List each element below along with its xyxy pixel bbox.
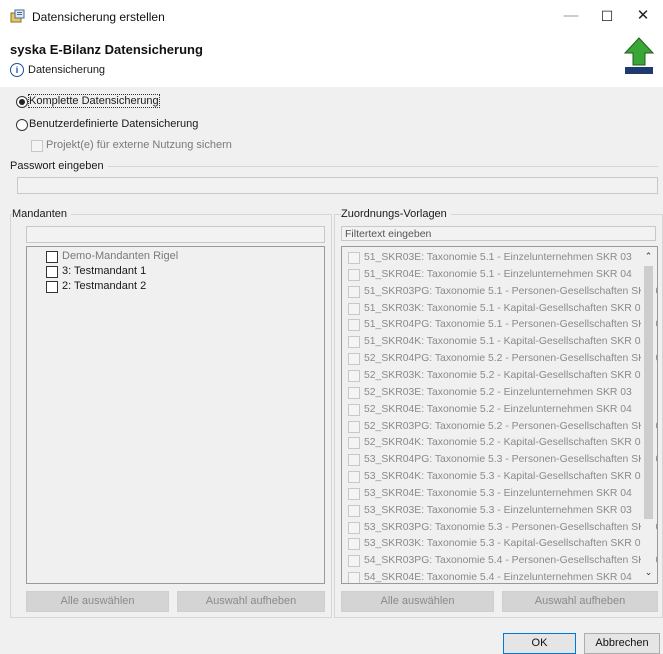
vorlagen-filter-input[interactable]: Filtertext eingeben [341, 226, 656, 241]
vorlage-checkbox[interactable] [348, 386, 360, 399]
password-input[interactable] [17, 177, 658, 194]
vorlage-checkbox[interactable] [348, 555, 360, 568]
vorlage-label: 51_SKR03K: Taxonomie 5.1 - Kapital-Gesel… [364, 302, 647, 314]
vorlage-label: 52_SKR03PG: Taxonomie 5.2 - Personen-Ges… [364, 420, 658, 432]
complete-backup-radio[interactable] [16, 96, 28, 108]
vorlage-label: 54_SKR04E: Taxonomie 5.4 - Einzelunterne… [364, 572, 632, 584]
vorlage-checkbox[interactable] [348, 454, 360, 467]
vorlage-checkbox[interactable] [348, 302, 360, 315]
vorlage-label: 52_SKR03E: Taxonomie 5.2 - Einzelunterne… [364, 386, 632, 398]
vorlage-checkbox[interactable] [348, 437, 360, 450]
vorlage-label: 53_SKR03K: Taxonomie 5.3 - Kapital-Gesel… [364, 538, 647, 550]
scrollbar-thumb[interactable] [644, 266, 653, 519]
vorlagen-deselect-button[interactable]: Auswahl aufheben [502, 591, 658, 612]
mandanten-label: Mandanten [12, 208, 72, 220]
external-use-label: Projekt(e) für externe Nutzung sichern [46, 139, 232, 151]
vorlage-checkbox[interactable] [348, 336, 360, 349]
vorlage-checkbox[interactable] [348, 572, 360, 583]
dialog-subtitle: Datensicherung [28, 64, 106, 76]
mandanten-list: Demo-Mandanten Rigel 3: Testmandant 1 2:… [26, 246, 325, 584]
scroll-down-icon[interactable]: ⌄ [641, 566, 656, 578]
maximize-button[interactable]: ☐ [591, 4, 623, 28]
vorlage-label: 54_SKR03PG: Taxonomie 5.4 - Personen-Ges… [364, 555, 658, 567]
mandant-label: 2: Testmandant 2 [62, 280, 147, 292]
vorlagen-scrollbar[interactable]: ⌃ ⌄ [641, 247, 656, 581]
vorlage-checkbox[interactable] [348, 487, 360, 500]
password-label: Passwort eingeben [10, 160, 108, 172]
vorlagen-list: 51_SKR03E: Taxonomie 5.1 - Einzelunterne… [341, 246, 658, 584]
vorlagen-items: 51_SKR03E: Taxonomie 5.1 - Einzelunterne… [348, 249, 657, 584]
vorlage-checkbox[interactable] [348, 403, 360, 416]
vorlage-checkbox[interactable] [348, 471, 360, 484]
vorlage-checkbox[interactable] [348, 538, 360, 551]
vorlage-checkbox[interactable] [348, 521, 360, 534]
custom-backup-radio[interactable] [16, 119, 28, 131]
app-icon [10, 9, 25, 23]
mandant-label: 3: Testmandant 1 [62, 265, 147, 277]
minimize-button[interactable]: — [555, 4, 587, 28]
vorlage-label: 53_SKR04PG: Taxonomie 5.3 - Personen-Ges… [364, 454, 658, 466]
cancel-button[interactable]: Abbrechen [584, 633, 660, 654]
window-title: Datensicherung erstellen [32, 10, 165, 24]
info-icon: i [10, 63, 24, 77]
vorlage-label: 51_SKR04K: Taxonomie 5.1 - Kapital-Gesel… [364, 336, 647, 348]
vorlage-checkbox[interactable] [348, 420, 360, 433]
vorlagen-select-all-button[interactable]: Alle auswählen [341, 591, 494, 612]
mandant-checkbox[interactable] [46, 251, 58, 263]
vorlage-checkbox[interactable] [348, 319, 360, 332]
vorlage-checkbox[interactable] [348, 285, 360, 298]
vorlage-checkbox[interactable] [348, 369, 360, 382]
vorlagen-label: Zuordnungs-Vorlagen [341, 208, 451, 220]
vorlage-label: 51_SKR04PG: Taxonomie 5.1 - Personen-Ges… [364, 319, 658, 331]
external-use-checkbox[interactable] [31, 140, 43, 152]
mandant-label: Demo-Mandanten Rigel [62, 250, 179, 262]
mandant-checkbox[interactable] [46, 266, 58, 278]
vorlage-label: 53_SKR04E: Taxonomie 5.3 - Einzelunterne… [364, 487, 632, 499]
mandant-checkbox[interactable] [46, 281, 58, 293]
vorlage-label: 53_SKR03E: Taxonomie 5.3 - Einzelunterne… [364, 504, 632, 516]
vorlage-label: 51_SKR03PG: Taxonomie 5.1 - Personen-Ges… [364, 285, 658, 297]
vorlage-checkbox[interactable] [348, 504, 360, 517]
vorlage-checkbox[interactable] [348, 353, 360, 366]
mandanten-filter-input[interactable] [26, 226, 325, 243]
ok-button[interactable]: OK [503, 633, 576, 654]
vorlage-label: 52_SKR04E: Taxonomie 5.2 - Einzelunterne… [364, 403, 632, 415]
custom-backup-label[interactable]: Benutzerdefinierte Datensicherung [29, 118, 198, 130]
dialog-title: syska E-Bilanz Datensicherung [10, 42, 203, 57]
vorlage-label: 51_SKR03E: Taxonomie 5.1 - Einzelunterne… [364, 252, 632, 263]
mandanten-deselect-button[interactable]: Auswahl aufheben [177, 591, 325, 612]
scroll-up-icon[interactable]: ⌃ [641, 250, 656, 262]
vorlage-label: 53_SKR03PG: Taxonomie 5.3 - Personen-Ges… [364, 521, 658, 533]
vorlage-label: 51_SKR04E: Taxonomie 5.1 - Einzelunterne… [364, 268, 632, 280]
complete-backup-label[interactable]: Komplette Datensicherung [28, 94, 160, 108]
mandanten-select-all-button[interactable]: Alle auswählen [26, 591, 169, 612]
vorlage-label: 53_SKR04K: Taxonomie 5.3 - Kapital-Gesel… [364, 471, 647, 483]
vorlage-label: 52_SKR03K: Taxonomie 5.2 - Kapital-Gesel… [364, 369, 647, 381]
vorlage-checkbox[interactable] [348, 252, 360, 264]
close-button[interactable]: ✕ [627, 4, 659, 28]
upload-arrow-icon [623, 37, 655, 74]
vorlage-label: 52_SKR04PG: Taxonomie 5.2 - Personen-Ges… [364, 353, 658, 365]
vorlage-checkbox[interactable] [348, 268, 360, 281]
vorlage-label: 52_SKR04K: Taxonomie 5.2 - Kapital-Gesel… [364, 437, 647, 449]
